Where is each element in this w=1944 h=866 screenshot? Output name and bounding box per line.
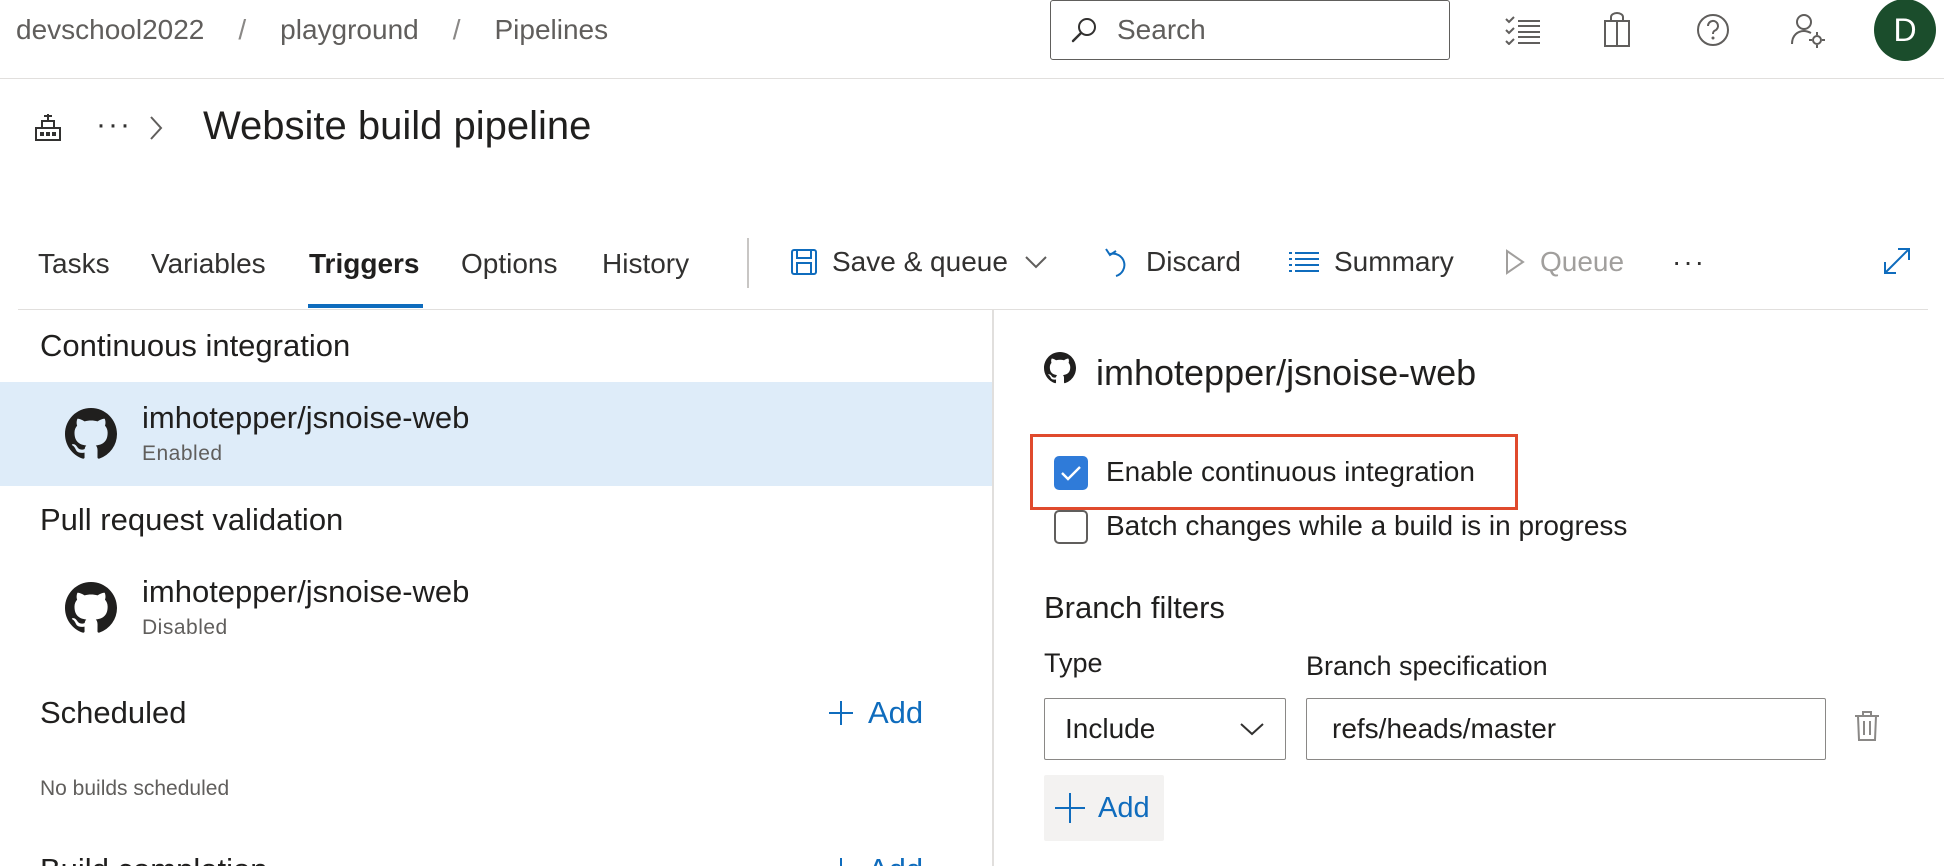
- add-branch-filter-button[interactable]: Add: [1044, 775, 1164, 841]
- batch-changes-checkbox[interactable]: [1054, 510, 1088, 544]
- breadcrumb-project[interactable]: playground: [280, 14, 419, 46]
- play-icon: [1506, 249, 1525, 275]
- shopping-bag-icon[interactable]: [1597, 10, 1637, 50]
- tab-triggers[interactable]: Triggers: [309, 248, 419, 280]
- search-input[interactable]: Search: [1050, 0, 1450, 60]
- filter-type-value: Include: [1065, 713, 1156, 744]
- breadcrumb-org[interactable]: devschool2022: [16, 14, 204, 46]
- top-bar: devschool2022 / playground / Pipelines S…: [0, 0, 1944, 79]
- add-build-completion-button[interactable]: Add: [828, 852, 923, 866]
- chevron-right-icon: [150, 116, 163, 140]
- add-label: Add: [1098, 791, 1150, 824]
- plus-icon: [1055, 793, 1085, 823]
- search-icon: [1071, 18, 1096, 43]
- github-icon: [65, 582, 117, 633]
- section-heading-ci: Continuous integration: [40, 328, 351, 363]
- branch-spec-value: refs/heads/master: [1332, 713, 1557, 744]
- summary-button[interactable]: Summary: [1288, 242, 1454, 282]
- breadcrumb-separator: /: [452, 14, 461, 45]
- more-actions-button[interactable]: ···: [1672, 242, 1706, 282]
- help-icon[interactable]: [1693, 10, 1733, 50]
- summary-label: Summary: [1334, 246, 1454, 277]
- breadcrumb-section[interactable]: Pipelines: [495, 14, 609, 46]
- branch-spec-label: Branch specification: [1306, 651, 1548, 681]
- branch-filters-heading: Branch filters: [1044, 590, 1225, 625]
- task-list-icon[interactable]: [1503, 10, 1543, 50]
- more-breadcrumbs-button[interactable]: ···: [96, 108, 132, 142]
- search-placeholder: Search: [1117, 14, 1206, 45]
- pr-repo-item[interactable]: imhotepper/jsnoise-web Disabled: [0, 556, 992, 660]
- section-heading-scheduled: Scheduled: [40, 695, 187, 730]
- section-heading-pr: Pull request validation: [40, 502, 344, 537]
- active-tab-indicator: [308, 304, 423, 308]
- chevron-down-icon: [1240, 723, 1264, 736]
- save-queue-button[interactable]: Save & queue: [790, 242, 1048, 282]
- undo-icon: [1105, 248, 1126, 277]
- ci-repo-item[interactable]: imhotepper/jsnoise-web Enabled: [0, 382, 992, 486]
- github-icon: [1044, 352, 1076, 384]
- page-title: Website build pipeline: [203, 104, 592, 148]
- add-label: Add: [868, 695, 924, 730]
- triggers-list-panel: Continuous integration imhotepper/jsnois…: [0, 310, 992, 866]
- plus-icon: [840, 858, 842, 866]
- repo-status: Disabled: [142, 616, 228, 639]
- discard-label: Discard: [1146, 246, 1241, 277]
- breadcrumb: devschool2022 / playground / Pipelines: [16, 14, 608, 46]
- trigger-details-panel: imhotepper/jsnoise-web Enable continuous…: [994, 310, 1944, 866]
- enable-ci-label[interactable]: Enable continuous integration: [1106, 456, 1475, 488]
- tab-options[interactable]: Options: [461, 248, 558, 280]
- section-heading-build-completion: Build completion: [40, 852, 267, 866]
- repo-status: Enabled: [142, 442, 223, 465]
- add-label: Add: [868, 852, 923, 866]
- toolbar-divider: [747, 238, 749, 288]
- user-settings-icon[interactable]: [1788, 10, 1828, 50]
- type-label: Type: [1044, 648, 1103, 678]
- filter-type-dropdown[interactable]: Include: [1044, 698, 1286, 760]
- enable-ci-checkbox[interactable]: [1054, 456, 1088, 490]
- repo-name: imhotepper/jsnoise-web: [142, 574, 470, 609]
- pipeline-header: ··· Website build pipeline: [0, 80, 1944, 180]
- avatar[interactable]: D: [1874, 0, 1936, 61]
- save-queue-label: Save & queue: [832, 246, 1008, 277]
- build-pipeline-icon: [35, 114, 61, 141]
- expand-icon[interactable]: [1882, 246, 1912, 276]
- discard-button[interactable]: Discard: [1104, 242, 1241, 282]
- tab-history[interactable]: History: [602, 248, 689, 280]
- checkmark-icon: [1061, 466, 1081, 481]
- batch-changes-label[interactable]: Batch changes while a build is in progre…: [1106, 510, 1627, 542]
- repo-title: imhotepper/jsnoise-web: [1096, 352, 1477, 393]
- github-icon: [65, 408, 117, 459]
- toolbar: Tasks Variables Triggers Options History…: [0, 228, 1944, 310]
- add-schedule-button[interactable]: Add: [828, 695, 923, 731]
- tab-variables[interactable]: Variables: [151, 248, 266, 280]
- branch-spec-input[interactable]: refs/heads/master: [1306, 698, 1826, 760]
- plus-icon: [829, 701, 853, 725]
- delete-icon[interactable]: [1854, 710, 1880, 742]
- queue-label: Queue: [1540, 246, 1625, 277]
- chevron-down-icon: [1025, 256, 1047, 269]
- queue-button[interactable]: Queue: [1504, 242, 1624, 282]
- summary-list-icon: [1289, 252, 1319, 272]
- repo-name: imhotepper/jsnoise-web: [142, 400, 470, 435]
- breadcrumb-separator: /: [238, 14, 247, 45]
- no-schedules-text: No builds scheduled: [40, 777, 230, 800]
- tab-tasks[interactable]: Tasks: [38, 248, 110, 280]
- save-icon: [791, 249, 817, 275]
